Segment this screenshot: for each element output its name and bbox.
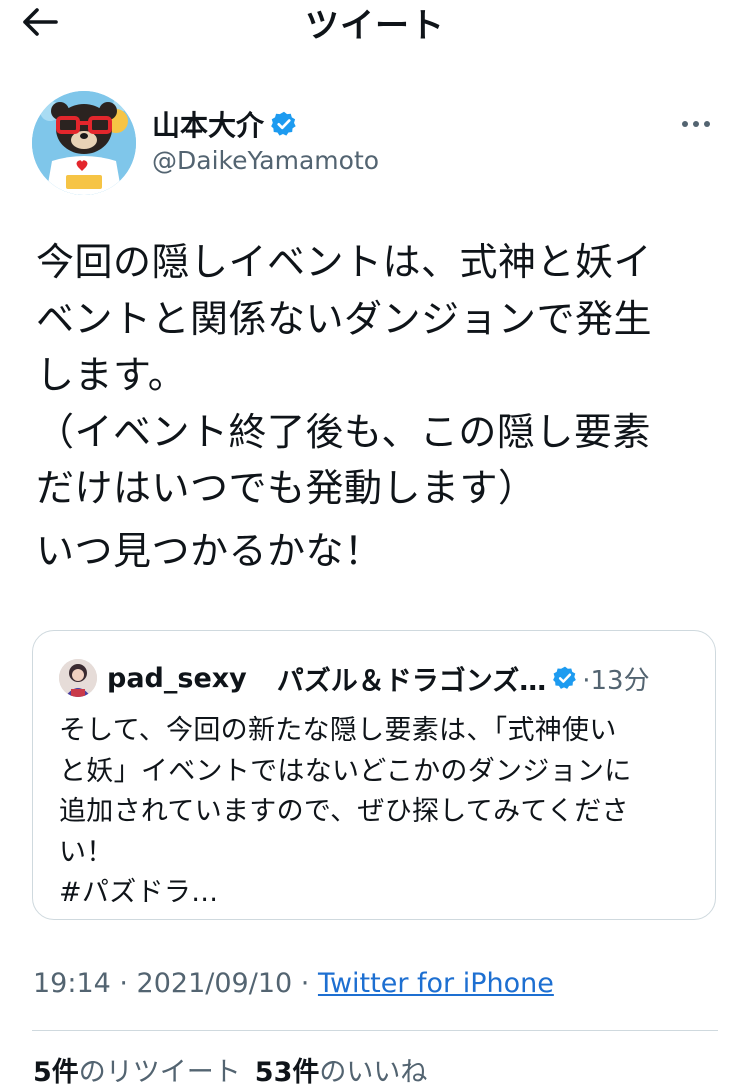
dot-icon (682, 121, 688, 127)
verified-badge-icon (553, 666, 577, 689)
author-name-row: 山本大介 (152, 104, 298, 144)
quoted-author-avatar (59, 659, 97, 697)
engagement-stats: 5件のリツイート 53件のいいね (33, 1050, 441, 1089)
quoted-username: pad_sexy (107, 662, 247, 694)
source-link[interactable]: Twitter for iPhone (318, 968, 554, 999)
tweet-paragraph-2: いつ見つかるかな！ (36, 528, 383, 573)
top-bar: ツイート (0, 0, 750, 50)
author-name[interactable]: 山本大介 (152, 104, 264, 144)
bear-mascot-avatar-image (32, 91, 136, 195)
more-options-button[interactable] (682, 112, 716, 136)
tweet-timestamp: 19:14 · 2021/09/10 · (33, 968, 318, 999)
quoted-tweet-text: そして、今回の新たな隠し要素は、「式神使い と妖」イベントではないどこかのダンジ… (59, 711, 699, 914)
quoted-tweet-header: pad_sexy パズル＆ドラゴンズ… ·13分 (59, 657, 650, 699)
quoted-display-name: パズル＆ドラゴンズ… (276, 665, 547, 697)
tweet-metadata: 19:14 · 2021/09/10 · Twitter for iPhone (33, 968, 554, 999)
dot-icon (693, 121, 699, 127)
verified-badge-icon (271, 111, 296, 136)
divider (32, 1030, 718, 1031)
author-handle[interactable]: @DaikeYamamoto (152, 146, 379, 175)
quoted-tweet-card[interactable]: pad_sexy パズル＆ドラゴンズ… ·13分 そして、今回の新たな隠し要素は… (32, 630, 716, 920)
quoted-text-body: そして、今回の新たな隠し要素は、「式神使い と妖」イベントではないどこかのダンジ… (59, 715, 632, 908)
author-avatar[interactable] (32, 91, 136, 195)
character-avatar-image (59, 659, 97, 697)
tweet-text: 今回の隠しイベントは、式神と妖イ ベントと関係ないダンジョンで発生 します。 （… (36, 234, 726, 579)
tweet-paragraph-1: 今回の隠しイベントは、式神と妖イ ベントと関係ないダンジョンで発生 します。 （… (36, 240, 653, 510)
dot-icon (704, 121, 710, 127)
quoted-timestamp: ·13分 (582, 665, 650, 696)
page-title: ツイート (305, 6, 445, 46)
